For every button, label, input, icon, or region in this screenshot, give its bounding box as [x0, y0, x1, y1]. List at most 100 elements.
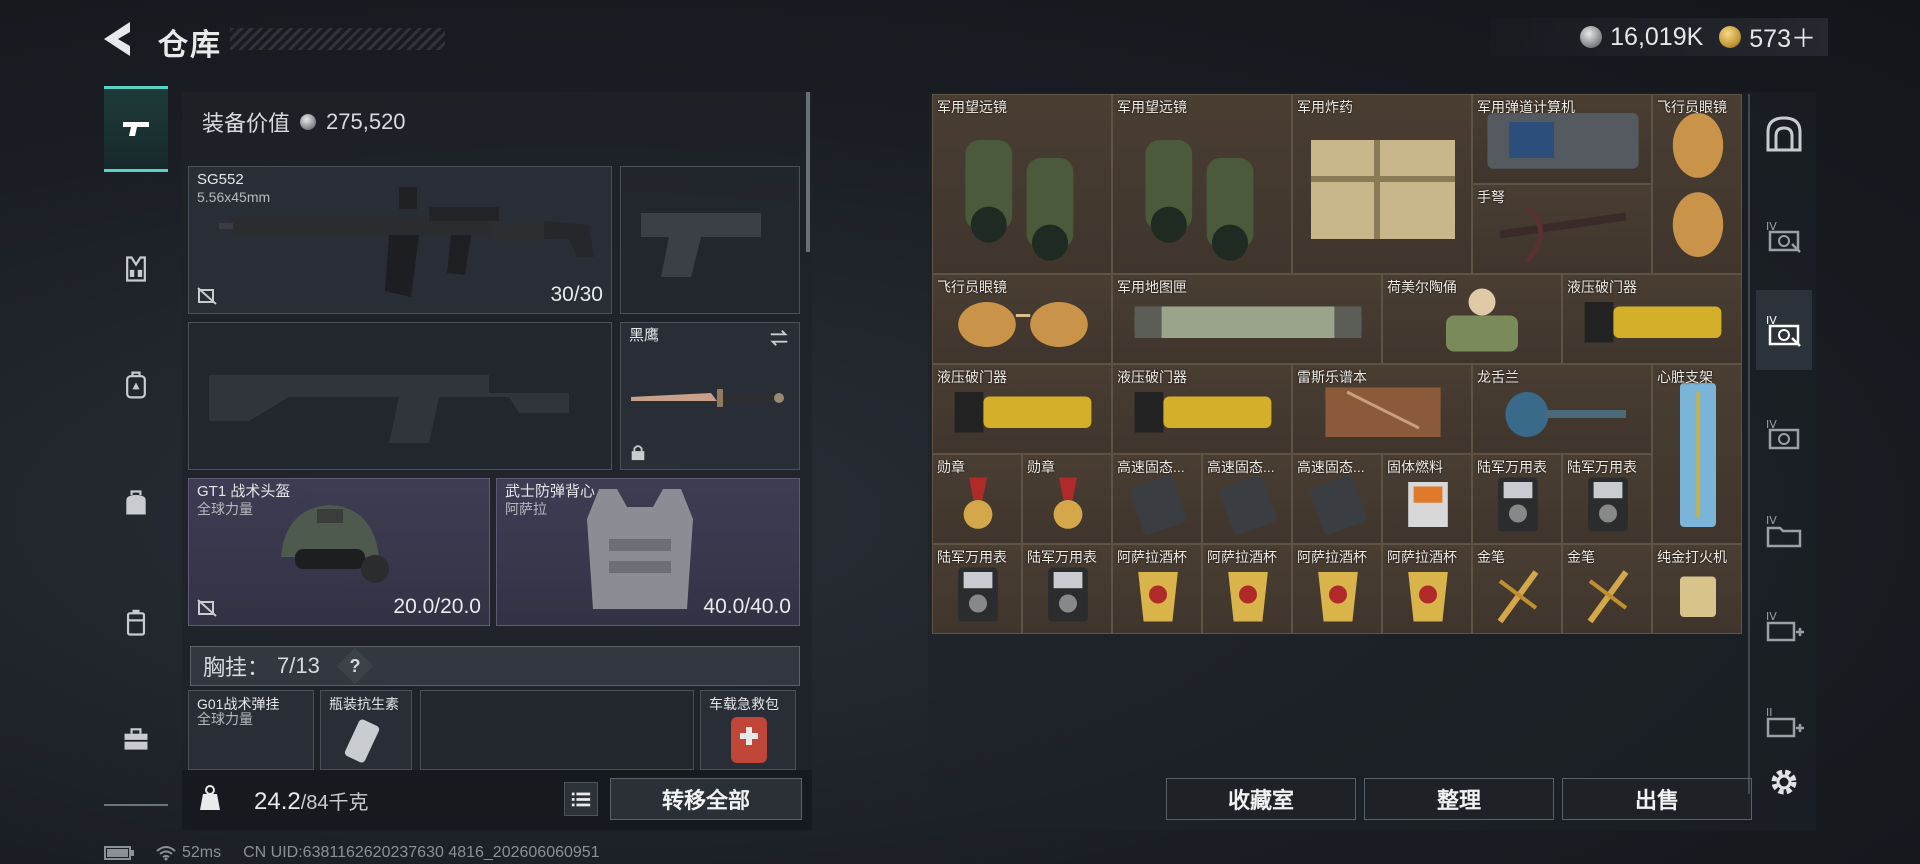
stash-item[interactable]: 荷美尔陶俑	[1382, 274, 1562, 364]
stash-item-name: 陆军万用表	[937, 549, 1007, 565]
stash-item[interactable]: 心脏支架	[1652, 364, 1742, 544]
chest-rig-label: 胸挂：	[203, 655, 270, 680]
stash-item[interactable]: 军用望远镜	[932, 94, 1112, 274]
svg-text:IV: IV	[1766, 610, 1777, 623]
side-tab-stash-iv-3[interactable]: IV	[1762, 404, 1806, 464]
stash-item[interactable]: 液压破门器	[1562, 274, 1742, 364]
stash-item[interactable]: 高速固态...	[1292, 454, 1382, 544]
tab-backpack[interactable]	[104, 342, 168, 428]
stash-item[interactable]: 高速固态...	[1112, 454, 1202, 544]
organize-button[interactable]: 整理	[1364, 778, 1554, 820]
silver-currency[interactable]: 16,019K	[1580, 23, 1703, 52]
stash-iv-icon: IV	[1766, 418, 1800, 450]
stash-item-name: 液压破门器	[937, 369, 1007, 385]
stash-item[interactable]: 阿萨拉酒杯	[1292, 544, 1382, 634]
wifi-icon	[156, 846, 176, 861]
pistol-placeholder-icon	[641, 213, 761, 277]
stash-item[interactable]: 阿萨拉酒杯	[1112, 544, 1202, 634]
pistol-slot[interactable]	[620, 166, 800, 314]
stash-item[interactable]: 陆军万用表	[1022, 544, 1112, 634]
rifle-icon	[219, 187, 594, 297]
side-tab-stash-iv-2[interactable]: IV	[1756, 290, 1812, 370]
secondary-weapon-slot[interactable]	[188, 322, 612, 470]
rig-item-brand: 全球力量	[197, 711, 253, 727]
side-tab-add-stash-ii[interactable]: II	[1762, 692, 1806, 752]
stash-item[interactable]: 龙舌兰	[1472, 364, 1652, 454]
max-weight: /84千克	[300, 792, 369, 814]
stash-item[interactable]: 勋章	[932, 454, 1022, 544]
settings-button[interactable]	[1766, 764, 1802, 800]
tab-weapons[interactable]	[104, 86, 168, 172]
tab-chest-rig-btn[interactable]	[104, 226, 168, 312]
stash-item[interactable]: 飞行员眼镜	[1652, 94, 1742, 274]
stash-item[interactable]: 金笔	[1562, 544, 1652, 634]
stash-item[interactable]: 高速固态...	[1202, 454, 1292, 544]
list-view-button[interactable]	[564, 782, 598, 816]
stash-item[interactable]: 金笔	[1472, 544, 1562, 634]
stash-item-name: 手弩	[1477, 189, 1505, 205]
lock-icon	[629, 443, 649, 461]
stash-item[interactable]: 军用弹道计算机	[1472, 94, 1652, 184]
rig-empty-slot[interactable]	[420, 690, 694, 770]
tab-container[interactable]	[104, 580, 168, 666]
current-weight: 24.2	[254, 788, 301, 815]
stash-item[interactable]: 阿萨拉酒杯	[1202, 544, 1292, 634]
armor-slot[interactable]: 武士防弹背心 阿萨拉 40.0/40.0	[496, 478, 800, 626]
stash-item[interactable]: 飞行员眼镜	[932, 274, 1112, 364]
stash-item[interactable]: 陆军万用表	[932, 544, 1022, 634]
nav-divider	[104, 804, 168, 806]
stash-item-name: 荷美尔陶俑	[1387, 279, 1457, 295]
tunnel-icon	[1766, 116, 1802, 152]
stash-item-name: 军用望远镜	[1117, 99, 1187, 115]
stash-item[interactable]: 陆军万用表	[1472, 454, 1562, 544]
stash-item[interactable]: 阿萨拉酒杯	[1382, 544, 1472, 634]
tab-toolbox[interactable]	[104, 696, 168, 782]
stash-item[interactable]: 军用地图匣	[1112, 274, 1382, 364]
transfer-all-button[interactable]: 转移全部	[610, 778, 802, 820]
stash-item-name: 高速固态...	[1297, 459, 1365, 475]
rig-item-slot[interactable]: 车载急救包	[700, 690, 796, 770]
silver-coin-icon	[1580, 26, 1603, 48]
side-tab-stash-iv-4[interactable]: IV	[1762, 500, 1806, 560]
helmet-slot[interactable]: GT1 战术头盔 全球力量 20.0/20.0	[188, 478, 490, 626]
stash-item-name: 阿萨拉酒杯	[1387, 549, 1457, 565]
silver-amount: 16,019K	[1610, 22, 1704, 51]
side-tab-safe-box[interactable]	[1762, 104, 1806, 164]
stash-item-name: 固体燃料	[1387, 459, 1443, 475]
stash-item-name: 陆军万用表	[1477, 459, 1547, 475]
stash-item-name: 飞行员眼镜	[1657, 99, 1727, 115]
tab-bag[interactable]	[104, 460, 168, 546]
stash-item[interactable]: 固体燃料	[1382, 454, 1472, 544]
stash-item[interactable]: 液压破门器	[1112, 364, 1292, 454]
back-button[interactable]	[100, 20, 144, 58]
equipment-value-amount: 275,520	[326, 109, 406, 134]
stash-item-name: 阿萨拉酒杯	[1117, 549, 1187, 565]
stash-item[interactable]: 勋章	[1022, 454, 1112, 544]
gold-currency[interactable]: 573＋	[1719, 19, 1816, 55]
stash-item-name: 军用弹道计算机	[1477, 99, 1575, 115]
stash-item[interactable]: 纯金打火机	[1652, 544, 1742, 634]
chest-rig-icon	[126, 256, 146, 282]
stash-item[interactable]: 液压破门器	[932, 364, 1112, 454]
stash-item[interactable]: 手弩	[1472, 184, 1652, 274]
bag-icon	[126, 490, 146, 515]
stash-item[interactable]: 军用望远镜	[1112, 94, 1292, 274]
sell-button[interactable]: 出售	[1562, 778, 1752, 820]
stash-item-name: 阿萨拉酒杯	[1207, 549, 1277, 565]
stash-iv-active-icon: IV	[1766, 314, 1801, 347]
primary-weapon-slot[interactable]: SG552 5.56x45mm 30/30	[188, 166, 612, 314]
rig-item-slot[interactable]: 瓶装抗生素	[320, 690, 412, 770]
stash-item[interactable]: 雷斯乐谱本	[1292, 364, 1472, 454]
glasses-v-icon	[1672, 113, 1724, 257]
stash-item[interactable]: 陆军万用表	[1562, 454, 1652, 544]
help-icon[interactable]: ?	[336, 647, 374, 685]
collection-room-button[interactable]: 收藏室	[1166, 778, 1356, 820]
equipment-scrollbar[interactable]	[806, 92, 810, 252]
melee-slot[interactable]: 黑鹰	[620, 322, 800, 470]
stash-item[interactable]: 军用炸药	[1292, 94, 1472, 274]
side-tab-add-stash-iv[interactable]: IV	[1762, 596, 1806, 656]
title-decoration	[230, 28, 445, 50]
side-tab-stash-iv-1[interactable]: IV	[1762, 206, 1806, 266]
svg-text:II: II	[1766, 706, 1773, 719]
rig-item-slot[interactable]: G01战术弹挂 全球力量	[188, 690, 314, 770]
